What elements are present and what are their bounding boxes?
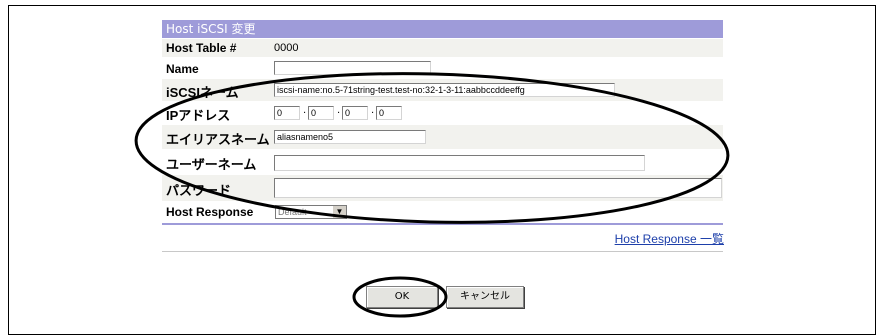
host-table-row: Host Table # 0000 (162, 39, 723, 57)
host-response-row: Host Response Default ▼ (162, 202, 723, 222)
host-table-value: 0000 (274, 42, 299, 54)
alias-name-field[interactable] (274, 130, 426, 144)
name-field[interactable] (274, 61, 431, 75)
host-response-label: Host Response (166, 205, 254, 219)
user-row: ユーザーネーム (162, 150, 723, 174)
ip-label: IPアドレス (166, 108, 231, 123)
name-label: Name (166, 62, 199, 76)
password-row: パスワード (162, 175, 723, 201)
host-table-label: Host Table # (166, 41, 237, 55)
bottom-divider (162, 251, 723, 252)
ip-octet-4[interactable] (376, 106, 402, 120)
host-response-list-link[interactable]: Host Response 一覧 (615, 230, 724, 247)
ip-octet-2[interactable] (308, 106, 334, 120)
ok-button[interactable]: OK (366, 286, 438, 308)
user-label: ユーザーネーム (166, 157, 257, 172)
cancel-button[interactable]: キャンセル (446, 286, 524, 308)
iscsi-name-field[interactable] (274, 83, 615, 97)
user-name-field[interactable] (274, 155, 645, 171)
alias-row: エイリアスネーム (162, 125, 723, 149)
ip-dot: . (337, 105, 341, 116)
ip-dot: . (371, 105, 375, 116)
section-divider (162, 223, 723, 225)
ip-dot: . (303, 105, 307, 116)
name-row: Name (162, 58, 723, 78)
ip-row: IPアドレス . . . (162, 102, 723, 124)
dialog-title: Host iSCSI 変更 (162, 20, 723, 38)
alias-label: エイリアスネーム (166, 132, 270, 147)
chevron-down-icon[interactable]: ▼ (332, 206, 346, 218)
password-field[interactable] (274, 178, 722, 198)
iscsi-label: iSCSIネーム (166, 85, 239, 100)
ip-octet-3[interactable] (342, 106, 368, 120)
iscsi-row: iSCSIネーム (162, 79, 723, 101)
password-label: パスワード (166, 183, 232, 198)
ip-octet-1[interactable] (274, 106, 300, 120)
host-response-value: Default (278, 207, 307, 217)
host-response-select[interactable]: Default ▼ (275, 205, 347, 219)
